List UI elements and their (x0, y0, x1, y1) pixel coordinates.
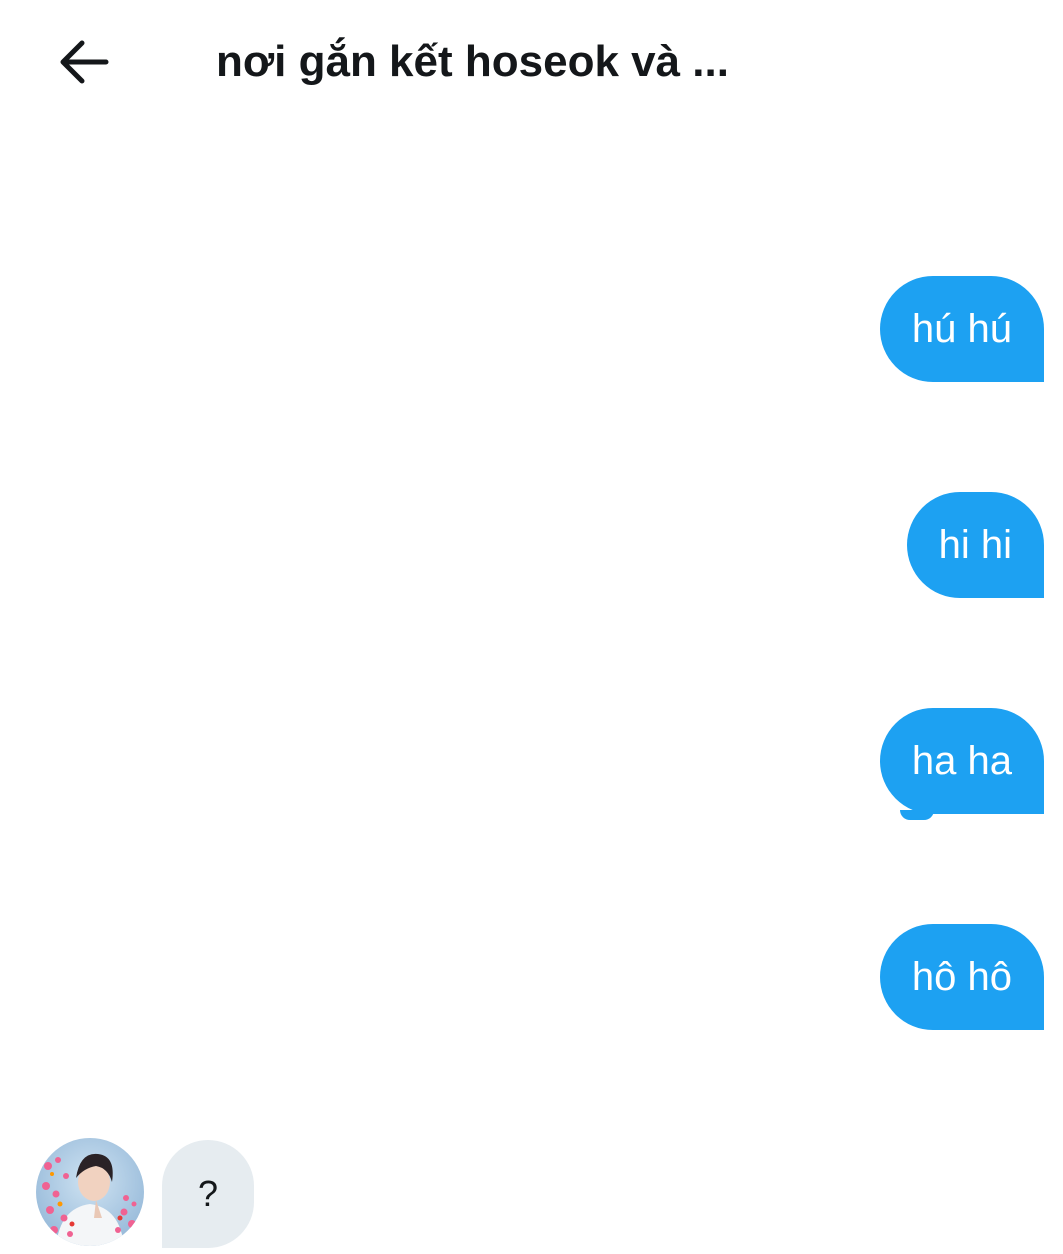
outgoing-message[interactable]: ha ha (879, 708, 1044, 814)
conversation-header: nơi gắn kết hoseok và ... (0, 0, 1063, 125)
outgoing-message[interactable]: hô hô (879, 924, 1044, 1030)
incoming-message-text: ? (197, 1173, 219, 1214)
back-button[interactable] (52, 30, 116, 94)
avatar-image (36, 1138, 144, 1246)
outgoing-message[interactable]: hú hú (879, 276, 1044, 382)
incoming-message[interactable]: ? (162, 1140, 254, 1248)
conversation-title[interactable]: nơi gắn kết hoseok và ... (216, 36, 729, 88)
reaction-marker (900, 810, 934, 820)
user-avatar[interactable] (36, 1138, 144, 1246)
arrow-left-icon (60, 40, 109, 84)
outgoing-message[interactable]: hi hi (906, 492, 1044, 598)
